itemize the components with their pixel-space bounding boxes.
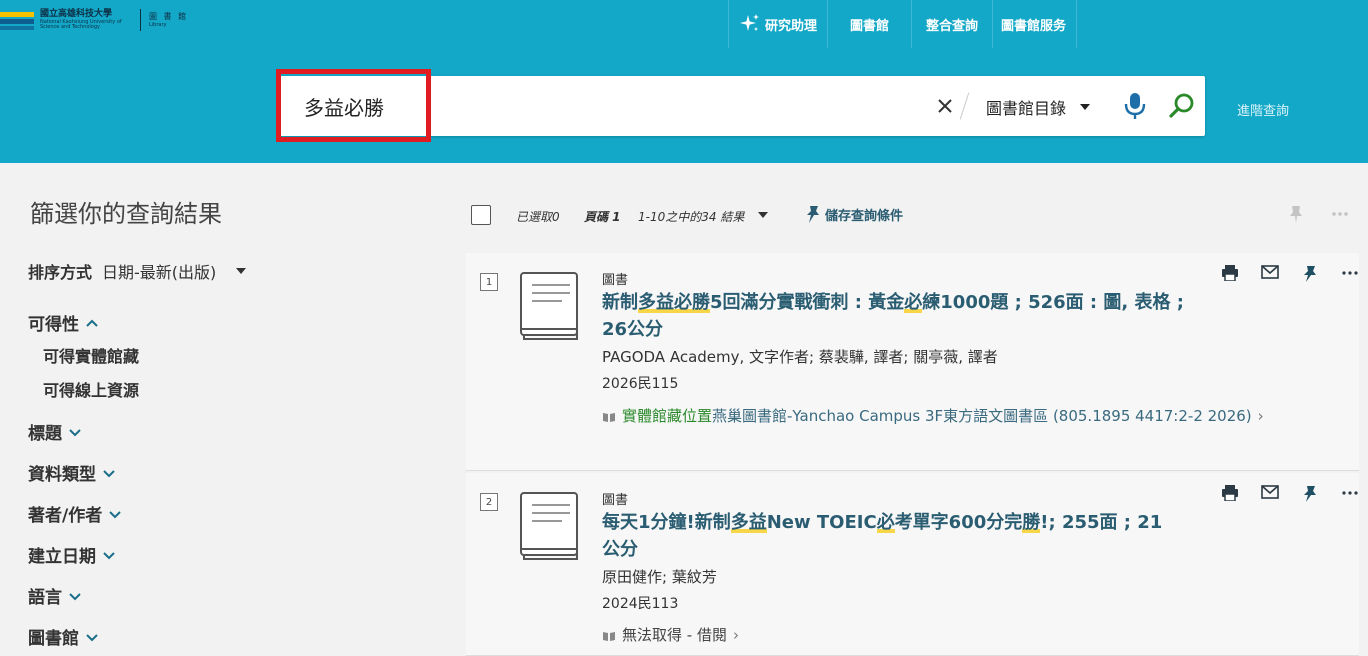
query-highlight-box — [276, 69, 431, 142]
print-button[interactable] — [1210, 485, 1250, 503]
pin-icon — [807, 206, 819, 223]
chevron-right-icon: › — [1257, 407, 1264, 425]
facet-library[interactable]: 圖書館 — [28, 624, 99, 649]
page-number: 頁碼 1 — [584, 210, 621, 224]
facet-creation-date[interactable]: 建立日期 — [28, 542, 116, 567]
logo-library-cn: 圖 書 館 — [149, 11, 189, 21]
result-type: 圖書 — [602, 493, 629, 508]
search-submit-button[interactable] — [1168, 92, 1196, 124]
chevron-down-icon — [103, 551, 115, 559]
sort-value: 日期-最新(出版) — [102, 263, 217, 282]
facet-option-online[interactable]: 可得線上資源 — [43, 377, 139, 401]
email-button[interactable] — [1250, 265, 1290, 283]
more-horizontal-icon — [1342, 491, 1358, 495]
result-item[interactable]: 1 圖書 新制多益必勝5回滿分實戰衝刺 : 黃金必練1000題 ; 526面 :… — [466, 253, 1359, 471]
search-scope-select[interactable]: 圖書館目錄 — [986, 95, 1091, 119]
chevron-up-icon — [86, 319, 98, 327]
result-author: 原田健作; 葉紋芳 — [602, 568, 717, 586]
open-book-icon — [603, 631, 615, 641]
clear-search-button[interactable] — [933, 94, 957, 118]
result-title[interactable]: 每天1分鐘!新制多益New TOEIC必考單字600分完勝!; 255面 ; 2… — [602, 509, 1177, 563]
result-date: 2026民115 — [602, 376, 679, 392]
email-icon — [1261, 485, 1279, 499]
result-author: PAGODA Academy, 文字作者; 蔡裴驊, 譯者; 關亭薇, 譯者 — [602, 348, 998, 366]
results-toolbar: 已選取0 頁碼 1 1-10之中的34 結果 儲存查詢條件 — [466, 190, 1368, 240]
chevron-down-icon — [86, 633, 98, 641]
university-logo[interactable]: 國立高雄科技大學 National Kaohsiung University o… — [0, 8, 188, 32]
search-icon — [1169, 93, 1194, 118]
sort-select[interactable]: 排序方式 日期-最新(出版) — [28, 259, 247, 283]
result-date: 2024民113 — [602, 596, 679, 612]
chevron-right-icon: › — [732, 626, 739, 644]
email-button[interactable] — [1250, 485, 1290, 503]
top-header: 國立高雄科技大學 National Kaohsiung University o… — [0, 0, 1368, 163]
print-button[interactable] — [1210, 265, 1250, 283]
logo-emblem-icon — [0, 8, 34, 32]
caret-down-icon — [236, 268, 247, 274]
top-nav: 研究助理 圖書館 整合查詢 圖書館服务 — [728, 0, 1078, 48]
more-horizontal-icon — [1342, 271, 1358, 275]
more-options-button[interactable] — [1330, 204, 1350, 228]
pin-result-button[interactable] — [1290, 485, 1330, 503]
select-all-checkbox[interactable] — [471, 205, 491, 225]
facet-option-physical[interactable]: 可得實體館藏 — [43, 343, 139, 367]
sort-label: 排序方式 — [28, 263, 93, 282]
result-number: 1 — [480, 273, 498, 291]
result-availability[interactable]: 實體館藏位置燕巢圖書館-Yanchao Campus 3F東方語文圖書區 (80… — [602, 403, 1282, 429]
selected-count: 已選取0 — [516, 210, 560, 224]
more-horizontal-icon — [1332, 212, 1348, 216]
facet-language[interactable]: 語言 — [28, 583, 82, 608]
facet-resource-type[interactable]: 資料類型 — [28, 460, 116, 485]
chevron-down-icon — [109, 510, 121, 518]
sparkle-icon — [740, 14, 759, 31]
nav-library[interactable]: 圖書館 — [827, 0, 911, 48]
caret-down-icon — [1080, 104, 1091, 110]
advanced-search-link[interactable]: 進階查詢 — [1237, 100, 1289, 119]
book-icon — [518, 491, 580, 565]
pin-page-button[interactable] — [1288, 204, 1304, 228]
email-icon — [1261, 265, 1279, 279]
chevron-down-icon — [103, 469, 115, 477]
pin-icon — [1304, 486, 1316, 502]
result-actions — [1210, 485, 1368, 503]
nav-library-services[interactable]: 圖書館服务 — [992, 0, 1078, 48]
save-query-button[interactable]: 儲存查詢條件 — [804, 204, 903, 224]
voice-search-button[interactable] — [1122, 91, 1148, 125]
result-type: 圖書 — [602, 273, 629, 288]
more-actions-button[interactable] — [1330, 485, 1368, 503]
facet-subject[interactable]: 標題 — [28, 419, 82, 444]
result-item[interactable]: 2 圖書 每天1分鐘!新制多益New TOEIC必考單字600分完勝!; 255… — [466, 473, 1359, 656]
print-icon — [1222, 485, 1238, 501]
result-availability[interactable]: 無法取得 - 借閱 › — [602, 622, 1282, 648]
more-actions-button[interactable] — [1330, 265, 1368, 283]
filter-sidebar: 篩選你的查詢結果 排序方式 日期-最新(出版) 可得性 可得實體館藏 可得線上資… — [0, 163, 465, 656]
chevron-down-icon — [69, 428, 81, 436]
pin-icon — [1304, 266, 1316, 282]
facet-author[interactable]: 著者/作者 — [28, 501, 122, 526]
nav-integrated-search[interactable]: 整合查詢 — [911, 0, 992, 48]
pin-result-button[interactable] — [1290, 265, 1330, 283]
print-icon — [1222, 265, 1238, 281]
facet-availability[interactable]: 可得性 — [28, 310, 99, 335]
chevron-down-icon — [69, 592, 81, 600]
book-icon — [518, 271, 580, 345]
open-book-icon — [603, 412, 615, 422]
results-range: 1-10之中的34 結果 — [638, 210, 745, 224]
nav-research-assistant[interactable]: 研究助理 — [728, 0, 827, 48]
result-number: 2 — [480, 493, 498, 511]
caret-down-icon[interactable] — [758, 212, 768, 218]
logo-name-cn: 國立高雄科技大學 — [40, 9, 113, 19]
logo-name-en: National Kaohsiung University of Science… — [40, 19, 122, 30]
filter-title: 篩選你的查詢結果 — [30, 200, 222, 228]
result-title[interactable]: 新制多益必勝5回滿分實戰衝刺 : 黃金必練1000題 ; 526面 : 圖, 表… — [602, 289, 1192, 343]
close-icon — [938, 99, 952, 113]
logo-library-en: Library — [149, 21, 167, 28]
microphone-icon — [1124, 93, 1146, 119]
pin-icon — [1290, 206, 1302, 223]
result-actions — [1210, 265, 1368, 283]
